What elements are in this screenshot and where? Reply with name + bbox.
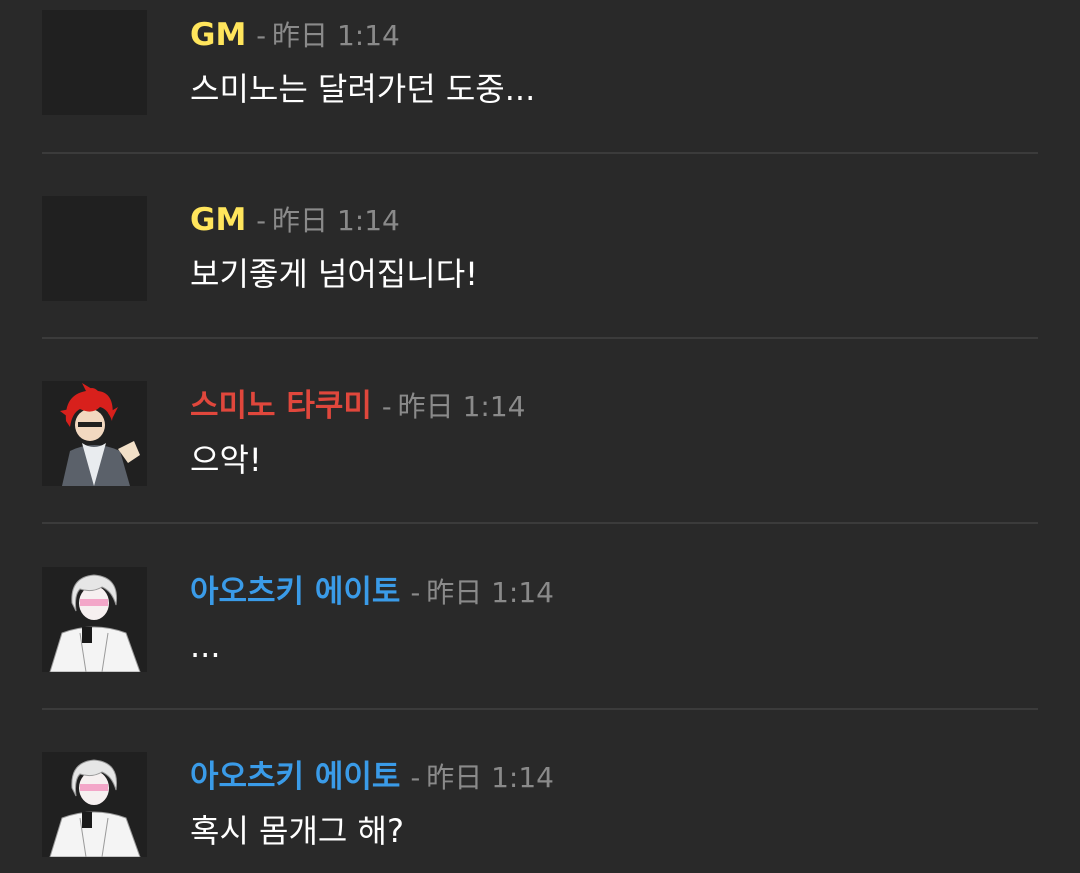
avatar[interactable] (42, 196, 147, 301)
timestamp: 昨日 1:14 (272, 19, 400, 52)
timestamp: 昨日 1:14 (397, 390, 526, 423)
message-header: 아오츠키 에이토 - 昨日 1:14 (190, 757, 554, 797)
divider (42, 152, 1038, 154)
timestamp: 昨日 1:14 (272, 204, 400, 237)
avatar[interactable] (42, 10, 147, 115)
message-header: 스미노 타쿠미 - 昨日 1:14 (190, 386, 525, 426)
chat-message: GM - 昨日 1:14 스미노는 달려가던 도중... (0, 0, 1080, 120)
red-hair-character-avatar (42, 381, 147, 486)
message-text: 보기좋게 넘어집니다! (190, 255, 478, 293)
message-header: 아오츠키 에이토 - 昨日 1:14 (190, 572, 554, 612)
message-text: 혹시 몸개그 해? (190, 812, 404, 850)
avatar[interactable] (42, 567, 147, 672)
author-name[interactable]: GM (190, 202, 246, 238)
chat-message: 아오츠키 에이토 - 昨日 1:14 혹시 몸개그 해? (0, 742, 1080, 862)
message-text: ... (190, 627, 221, 665)
divider (42, 522, 1038, 524)
author-name[interactable]: GM (190, 17, 246, 53)
timestamp: 昨日 1:14 (426, 576, 554, 609)
separator: - (410, 763, 421, 794)
message-header: GM - 昨日 1:14 (190, 15, 400, 55)
white-hair-character-avatar (42, 752, 147, 857)
message-text: 으악! (190, 441, 262, 479)
author-name[interactable]: 스미노 타쿠미 (190, 388, 372, 424)
message-header: GM - 昨日 1:14 (190, 200, 400, 240)
avatar[interactable] (42, 752, 147, 857)
avatar[interactable] (42, 381, 147, 486)
chat-message: 아오츠키 에이토 - 昨日 1:14 ... (0, 557, 1080, 677)
author-name[interactable]: 아오츠키 에이토 (190, 759, 400, 795)
separator: - (256, 21, 267, 52)
separator: - (410, 578, 421, 609)
timestamp: 昨日 1:14 (426, 761, 554, 794)
message-text: 스미노는 달려가던 도중... (190, 70, 536, 108)
author-name[interactable]: 아오츠키 에이토 (190, 574, 400, 610)
white-hair-character-avatar (42, 567, 147, 672)
chat-log: GM - 昨日 1:14 스미노는 달려가던 도중... GM - 昨日 1:14 보기… (0, 0, 1080, 873)
divider (42, 337, 1038, 339)
separator: - (256, 206, 267, 237)
separator: - (381, 392, 392, 423)
divider (42, 708, 1038, 710)
chat-message: 스미노 타쿠미 - 昨日 1:14 으악! (0, 371, 1080, 491)
chat-message: GM - 昨日 1:14 보기좋게 넘어집니다! (0, 185, 1080, 305)
